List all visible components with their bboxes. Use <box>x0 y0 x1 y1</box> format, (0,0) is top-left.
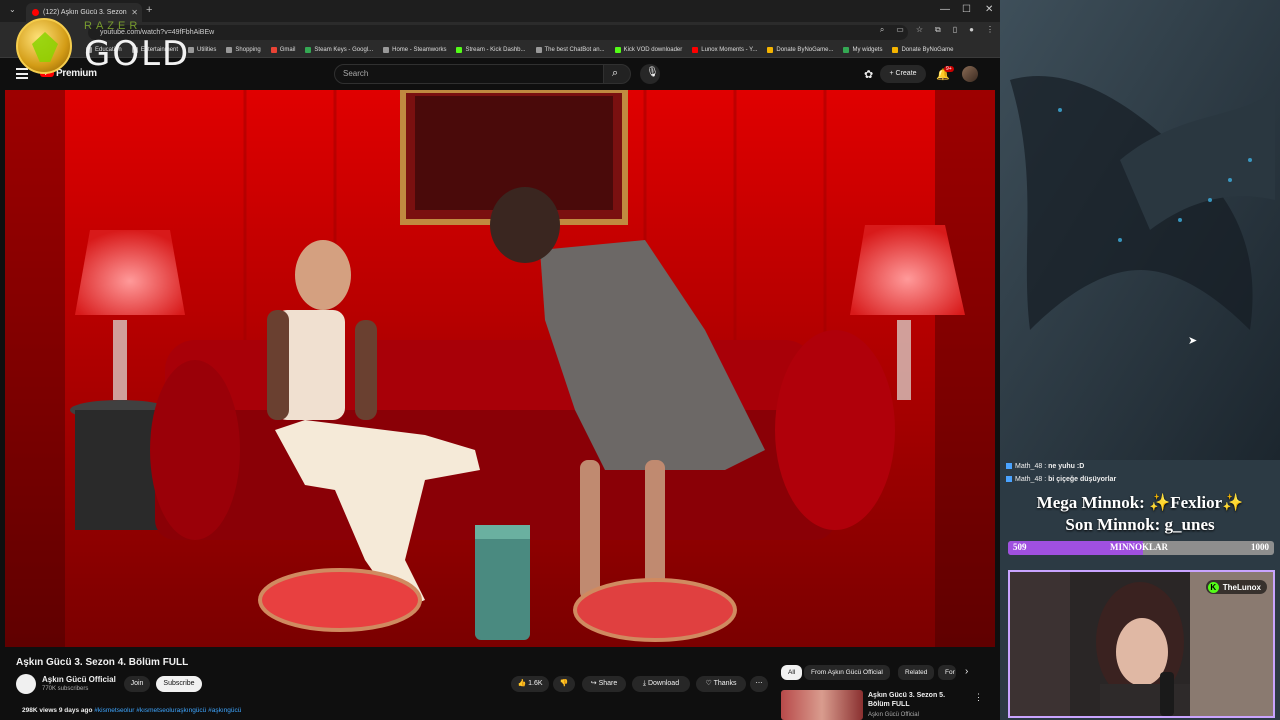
chat-message: Math_48 : ne yuhu :D <box>1006 463 1084 470</box>
kick-logo-icon: K <box>1207 581 1219 593</box>
url-field[interactable]: youtube.com/watch?v=49fFbhAiBEw <box>88 25 908 40</box>
chat-badge-icon <box>1006 476 1012 483</box>
bookmark-item[interactable]: My widgets <box>843 46 882 53</box>
dragon-wallpaper <box>1000 0 1280 460</box>
search-input[interactable]: Search <box>334 64 604 84</box>
game-icon[interactable]: ✿ <box>864 68 873 81</box>
channel-name[interactable]: Aşkın Gücü Official <box>42 675 116 684</box>
browser-window: ⌄ (122) Aşkın Gücü 3. Sezon ✕ + — ☐ ✕ yo… <box>0 0 1000 720</box>
sub-goal-bar: 509 MINNOKLAR 1000 <box>1008 541 1274 555</box>
bookmark-item[interactable]: Steam Keys - Googl... <box>305 46 373 53</box>
more-actions-button[interactable]: ⋯ <box>750 676 768 692</box>
kick-handle: K TheLunox <box>1205 580 1267 594</box>
join-button[interactable]: Join <box>124 676 150 692</box>
download-button[interactable]: ⤓ Download <box>632 676 690 692</box>
chip-for-you[interactable]: For <box>938 665 956 680</box>
subscribe-button[interactable]: Subscribe <box>156 676 202 692</box>
chevron-right-icon[interactable]: › <box>965 666 968 677</box>
chat-message: Math_48 : bi çiçeğe düşüyorlar <box>1006 476 1116 483</box>
mouse-cursor-icon: ➤ <box>1188 335 1198 347</box>
chip-from-channel[interactable]: From Aşkın Gücü Official <box>804 665 890 680</box>
bookmark-item[interactable]: Donate ByNoGame <box>892 46 954 53</box>
recommended-more-icon[interactable]: ⋮ <box>974 692 983 703</box>
thanks-button[interactable]: ♡ Thanks <box>696 676 746 692</box>
video-meta: 298K views 9 days ago #kismetseolur #kıs… <box>22 707 241 714</box>
latest-supporter-line: Son Minnok: g_unes <box>1065 515 1215 534</box>
recommended-title[interactable]: Aşkın Gücü 3. Sezon 5. Bölüm FULL <box>868 691 968 709</box>
star-icon[interactable]: ☆ <box>916 25 923 35</box>
bookmark-item[interactable]: Stream - Kick Dashb... <box>456 46 526 53</box>
like-count: 1.6K <box>528 680 543 687</box>
chip-all[interactable]: All <box>781 665 803 680</box>
thumbs-up-icon: 👍 <box>517 680 529 687</box>
search-button[interactable]: ⌕ <box>603 64 631 84</box>
more-icon[interactable]: ⋮ <box>986 25 994 35</box>
microphone-icon: 🎙 <box>646 67 659 78</box>
share-label: Share <box>598 680 618 687</box>
bookmark-item[interactable]: Home - Steamworks <box>383 46 446 53</box>
youtube-favicon-icon <box>32 9 39 16</box>
razer-brand: RAZER <box>84 20 142 32</box>
kick-username: TheLunox <box>1222 582 1261 592</box>
share-button[interactable]: ↪ Share <box>582 676 626 692</box>
subscriber-count: 770K subscribers <box>42 686 89 692</box>
cast-icon[interactable]: ▭ <box>896 25 904 35</box>
recommended-thumbnail[interactable] <box>781 690 863 720</box>
bookmark-item[interactable]: Kick VOD downloader <box>614 46 682 53</box>
goal-current: 509 <box>1013 542 1027 552</box>
bookmark-item[interactable]: Lunox Moments - Y... <box>692 46 757 53</box>
search-icon[interactable]: ⌕ <box>880 25 884 35</box>
webcam-feed: K TheLunox <box>1008 570 1275 718</box>
share-icon: ↪ <box>590 680 599 687</box>
sidebar-icon[interactable]: ▯ <box>953 25 957 35</box>
upload-age: 9 days ago <box>58 707 93 714</box>
chip-related[interactable]: Related <box>898 665 935 680</box>
close-window-icon[interactable]: ✕ <box>985 4 993 15</box>
thanks-icon: ♡ <box>705 680 714 687</box>
hashtags[interactable]: #kismetseolur #kısmetseoluraşkıngücü #aş… <box>94 707 241 714</box>
razer-coin-logo <box>16 18 72 74</box>
extensions-icon[interactable]: ⧉ <box>935 25 941 35</box>
channel-avatar[interactable] <box>16 674 36 694</box>
video-player[interactable] <box>5 90 995 647</box>
goal-label: MINNOKLAR <box>1110 542 1168 552</box>
video-frame <box>5 90 995 647</box>
mega-supporter-line: Mega Minnok: ✨Fexlior✨ <box>1036 493 1244 512</box>
dislike-button[interactable]: 👎 <box>553 676 575 692</box>
stream-overlay-panel: ➤ Math_48 : ne yuhu :D Math_48 : bi çiçe… <box>1000 0 1280 720</box>
profile-icon[interactable]: ● <box>969 25 974 35</box>
search-icon: ⌕ <box>612 67 619 79</box>
razer-tier: GOLD <box>84 34 191 74</box>
notification-badge: 9+ <box>944 66 954 72</box>
maximize-icon[interactable]: ☐ <box>962 4 971 15</box>
tab-title: (122) Aşkın Gücü 3. Sezon <box>43 9 127 16</box>
voice-search-button[interactable]: 🎙 <box>640 64 660 84</box>
like-button[interactable]: 👍 1.6K <box>511 676 549 692</box>
thanks-label: Thanks <box>713 680 737 687</box>
create-button[interactable]: + Create <box>880 65 926 83</box>
account-avatar[interactable] <box>962 66 978 82</box>
goal-target: 1000 <box>1251 542 1269 552</box>
bookmark-item[interactable]: Gmail <box>270 46 295 53</box>
video-title: Aşkın Gücü 3. Sezon 4. Bölüm FULL <box>16 657 189 668</box>
recommended-channel: Aşkın Gücü Official <box>868 712 919 718</box>
bookmark-item[interactable]: Shopping <box>226 46 261 53</box>
tab-menu-icon[interactable]: ⌄ <box>9 5 16 14</box>
razer-overlay: RAZER GOLD <box>14 16 194 76</box>
minimize-icon[interactable]: — <box>940 4 950 15</box>
thumbs-down-icon: 👎 <box>559 680 569 687</box>
bookmark-item[interactable]: The best ChatBot an... <box>535 46 605 53</box>
bookmark-item[interactable]: Donate ByNoGame... <box>767 46 833 53</box>
chat-badge-icon <box>1006 463 1012 470</box>
download-label: Download <box>647 680 680 687</box>
view-count: 298K views <box>22 707 58 714</box>
new-tab-button[interactable]: + <box>146 4 152 16</box>
